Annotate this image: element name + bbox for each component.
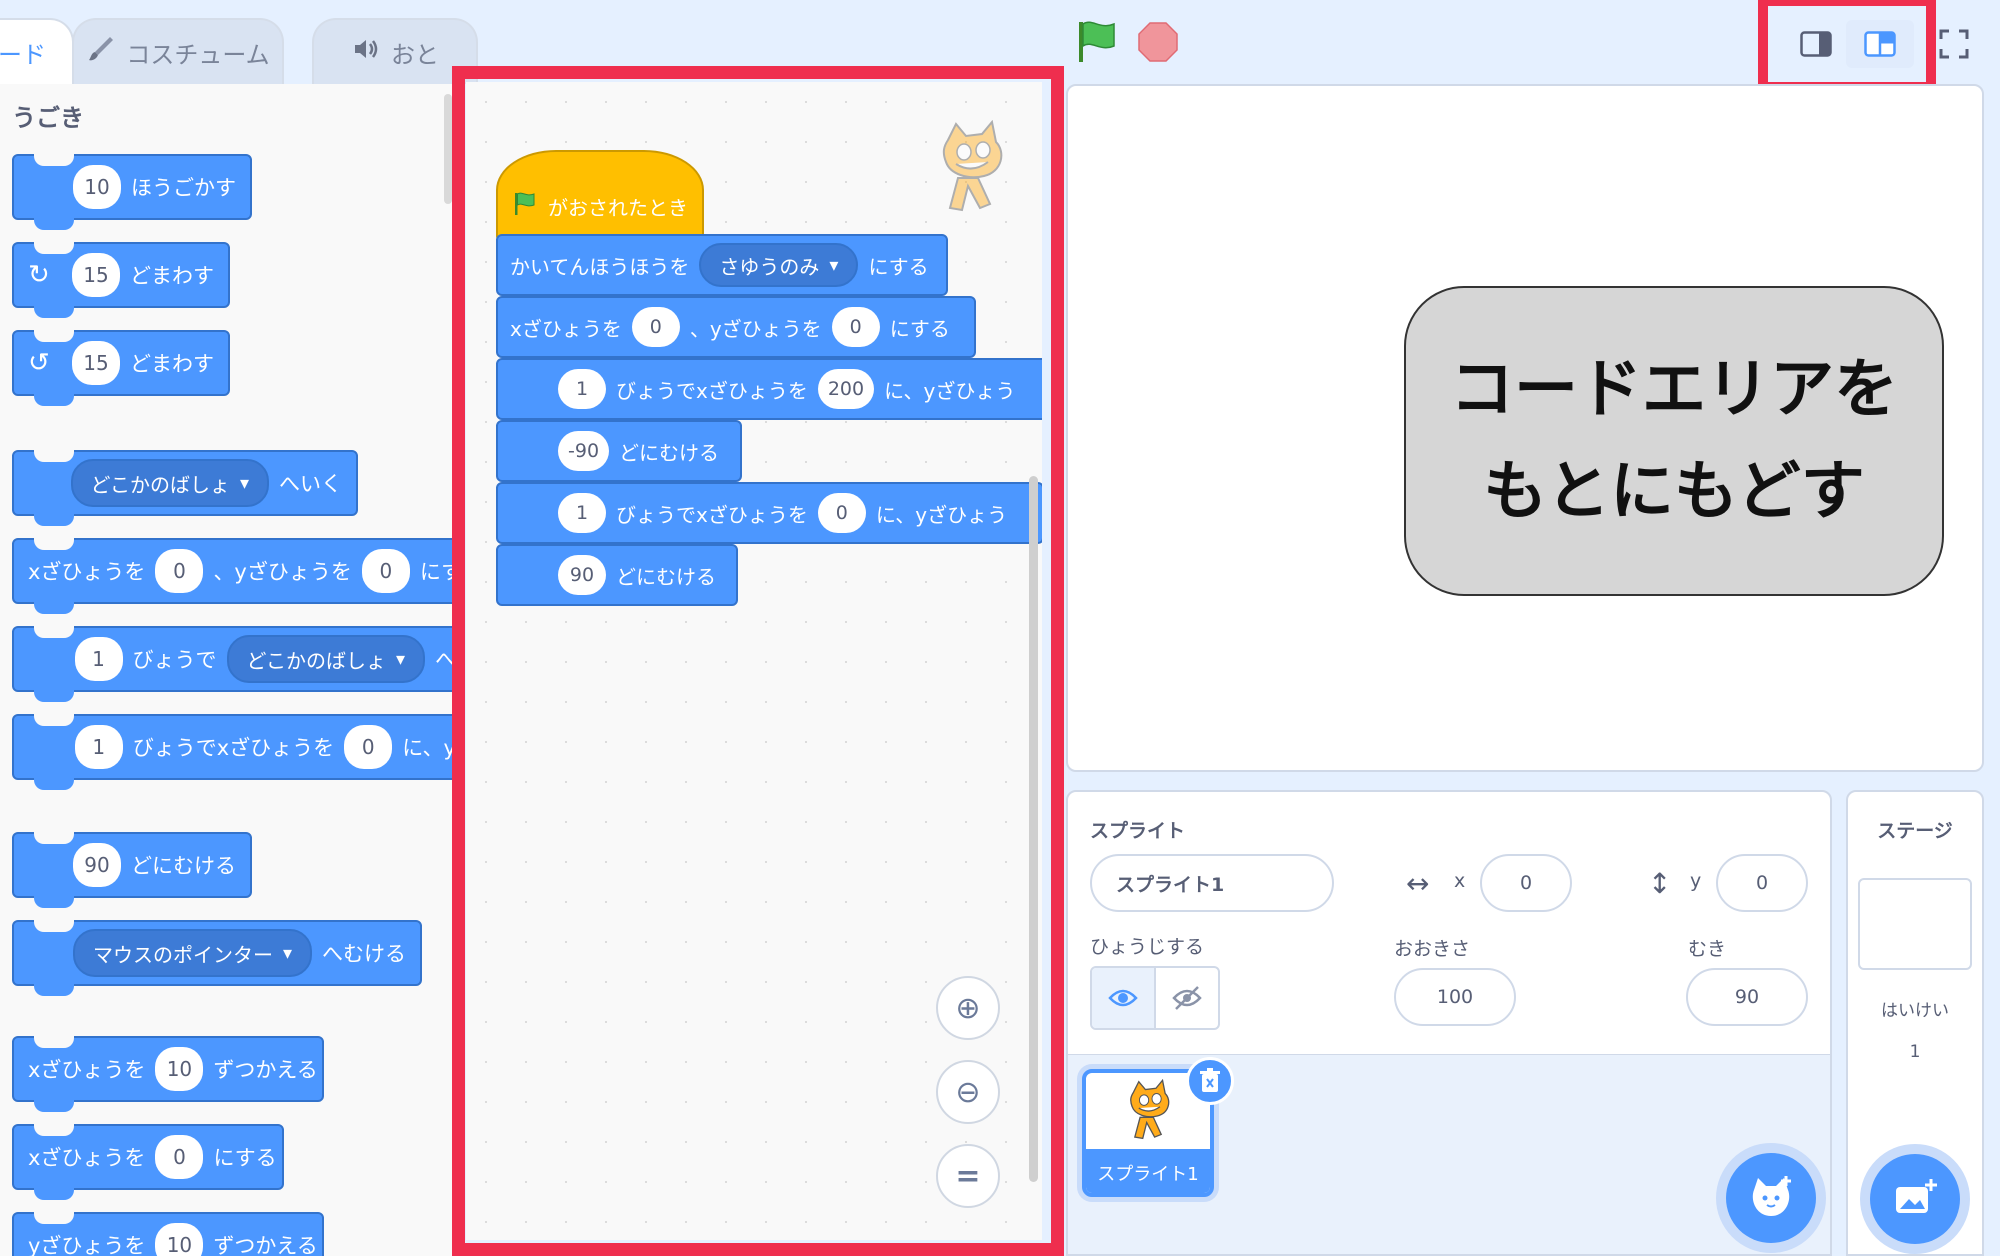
size-label: おおきさ — [1394, 938, 1471, 960]
block-label: びょうで — [132, 648, 217, 672]
block-change-x[interactable]: xざひょうを 10 ずつかえる — [12, 1036, 324, 1112]
add-backdrop-button[interactable] — [1870, 1154, 1960, 1244]
x-label: x — [1454, 870, 1466, 892]
glide-xy-x-input[interactable]: 0 — [344, 725, 393, 769]
x-input[interactable]: 0 — [1480, 854, 1572, 912]
block-label: 、yざひょうを — [213, 560, 352, 584]
instruction-callout: コードエリアを もとにもどす — [1404, 286, 1944, 596]
fullscreen-icon — [1939, 29, 1969, 59]
block-label: どまわす — [130, 352, 214, 376]
block-point-towards[interactable]: マウスのポインター へむける — [12, 920, 422, 996]
sprite-label: スプライト — [1090, 820, 1186, 842]
block-goto-xy[interactable]: xざひょうを 0 、yざひょうを 0 にす — [12, 538, 453, 614]
tab-costumes[interactable]: コスチューム — [72, 18, 284, 84]
block-label: にす — [419, 560, 453, 584]
glide-xy-secs-input[interactable]: 1 — [74, 725, 123, 769]
block-label: へいく — [279, 472, 342, 496]
block-point-direction[interactable]: 90 どにむける — [12, 832, 252, 908]
block-label: どまわす — [130, 264, 214, 288]
change-y-input[interactable]: 10 — [155, 1223, 204, 1256]
stage-panel-title: ステージ — [1877, 820, 1953, 842]
goto-x-input[interactable]: 0 — [155, 549, 204, 593]
block-label: xざひょうを — [28, 1058, 146, 1082]
trash-icon — [1200, 1068, 1220, 1092]
callout-line-1: コードエリアを — [1450, 352, 1898, 427]
brush-icon — [86, 34, 116, 70]
glide-target-dropdown[interactable]: どこかのばしょ — [226, 635, 425, 683]
block-glide-xy[interactable]: 1 びょうでxざひょうを 0 に、y — [12, 714, 455, 790]
block-label: に、y — [402, 736, 455, 760]
speaker-icon — [351, 34, 381, 70]
sprite-list: スプライト1 — [1066, 1054, 1832, 1256]
code-area-highlight — [452, 66, 1064, 1256]
delete-sprite-button[interactable] — [1186, 1057, 1234, 1105]
block-label: yざひょうを — [28, 1234, 146, 1256]
backdrop-add-icon — [1896, 1179, 1937, 1213]
category-title: うごき — [12, 104, 84, 132]
block-change-y[interactable]: yざひょうを 10 ずつかえる — [12, 1212, 324, 1256]
block-glide-to[interactable]: 1 びょうで どこかのばしょ へ — [12, 626, 453, 702]
sprite-thumbnail-name: スプライト1 — [1086, 1149, 1210, 1193]
rotate-left-icon: ↺ — [28, 348, 50, 378]
set-x-input[interactable]: 0 — [155, 1135, 204, 1179]
cat-sprite-image — [1118, 1078, 1182, 1145]
callout-line-2: もとにもどす — [1483, 455, 1865, 529]
fullscreen-button[interactable] — [1934, 24, 1974, 64]
tab-costumes-label: コスチューム — [126, 40, 270, 69]
block-move-steps[interactable]: 10 ほうごかす — [12, 154, 252, 230]
palette-scrollbar[interactable] — [444, 94, 452, 204]
sprite-info-panel: スプライト スプライト1 ↔ x 0 ↕ y 0 ひょうじする おおきさ 100… — [1066, 790, 1832, 1056]
direction-input[interactable]: 90 — [73, 843, 121, 887]
y-arrows-icon: ↕ — [1648, 866, 1672, 900]
block-palette: うごき 10 ほうごかす ↻ 15 どまわす ↺ 15 どまわす どこかのばしょ… — [0, 84, 455, 1256]
goto-y-input[interactable]: 0 — [361, 549, 410, 593]
y-input[interactable]: 0 — [1716, 854, 1808, 912]
block-label: xざひょうを — [28, 560, 146, 584]
y-label: y — [1690, 870, 1702, 892]
eye-hidden-icon — [1172, 986, 1202, 1010]
block-set-x[interactable]: xざひょうを 0 にする — [12, 1124, 284, 1200]
show-button[interactable] — [1092, 968, 1156, 1028]
turn-left-input[interactable]: 15 — [72, 341, 120, 385]
green-flag-button[interactable] — [1076, 20, 1118, 64]
tab-sounds-label: おと — [391, 40, 439, 69]
backdrops-count: 1 — [1909, 1042, 1921, 1062]
block-label: xざひょうを — [28, 1146, 146, 1170]
tab-code-label: ード — [0, 40, 46, 69]
point-towards-dropdown[interactable]: マウスのポインター — [72, 929, 312, 977]
hide-button[interactable] — [1156, 968, 1218, 1028]
x-arrows-icon: ↔ — [1406, 866, 1430, 900]
glide-secs-input[interactable]: 1 — [74, 637, 123, 681]
block-label: ずつかえる — [213, 1234, 318, 1256]
sprite-name-input[interactable]: スプライト1 — [1090, 854, 1334, 912]
eye-icon — [1108, 989, 1138, 1007]
block-turn-left[interactable]: ↺ 15 どまわす — [12, 330, 230, 406]
direction-label: むき — [1688, 938, 1727, 960]
show-label: ひょうじする — [1090, 936, 1205, 958]
block-turn-right[interactable]: ↻ 15 どまわす — [12, 242, 230, 318]
stage-thumbnail[interactable] — [1858, 878, 1972, 970]
stage-panel: ステージ はいけい 1 — [1846, 790, 1984, 1256]
change-x-input[interactable]: 10 — [155, 1047, 204, 1091]
stop-button[interactable] — [1138, 22, 1178, 62]
block-goto[interactable]: どこかのばしょ へいく — [12, 450, 358, 526]
rotate-right-icon: ↻ — [28, 260, 50, 290]
goto-dropdown[interactable]: どこかのばしょ — [70, 459, 269, 507]
block-label: びょうでxざひょうを — [132, 736, 335, 760]
backdrops-label: はいけい — [1881, 1001, 1949, 1021]
direction-input[interactable]: 90 — [1686, 968, 1808, 1026]
tab-code[interactable]: ード — [0, 18, 74, 84]
cat-add-icon — [1752, 1176, 1791, 1216]
visibility-toggle — [1090, 966, 1220, 1030]
layout-button-highlight — [1758, 0, 1936, 92]
block-label: へむける — [322, 942, 406, 966]
add-sprite-button[interactable] — [1726, 1153, 1816, 1243]
block-label: にする — [213, 1146, 277, 1170]
move-steps-input[interactable]: 10 — [73, 165, 121, 209]
block-label: どにむける — [131, 854, 236, 878]
block-label: ほうごかす — [131, 176, 236, 200]
turn-right-input[interactable]: 15 — [72, 253, 120, 297]
block-label: ずつかえる — [213, 1058, 318, 1082]
size-input[interactable]: 100 — [1394, 968, 1516, 1026]
